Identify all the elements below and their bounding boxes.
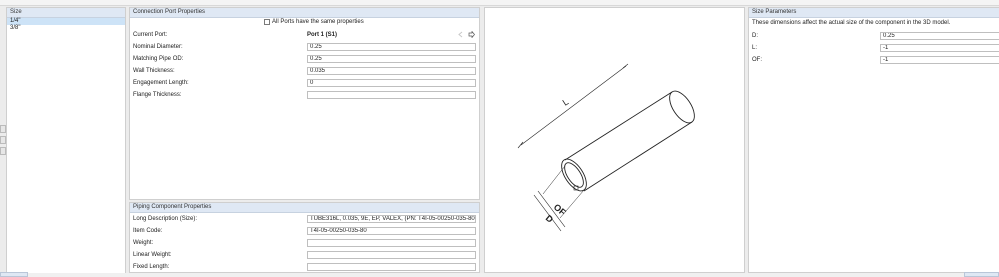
param-of-label: OF: bbox=[752, 57, 762, 63]
long-description-field[interactable]: TUBE316L, 0.035, 9E, EP, VALEX, (PN: T4I… bbox=[307, 215, 476, 223]
engagement-length-label: Engagement Length: bbox=[133, 80, 189, 86]
component-diagram: L OF D bbox=[484, 7, 745, 273]
engagement-length-field[interactable]: 0 bbox=[307, 79, 476, 87]
fixed-length-label: Fixed Length: bbox=[133, 264, 170, 270]
param-d-label: D: bbox=[752, 33, 758, 39]
linear-weight-field[interactable] bbox=[307, 251, 476, 259]
size-parameters-description: These dimensions affect the actual size … bbox=[752, 20, 951, 26]
previous-port-icon[interactable] bbox=[457, 31, 464, 38]
size-list-panel: Size 1/4" 3/8" bbox=[6, 7, 126, 275]
diameter-label: D bbox=[544, 213, 556, 225]
wall-thickness-field[interactable]: 0.035 bbox=[307, 67, 476, 75]
linear-weight-label: Linear Weight: bbox=[133, 252, 172, 258]
param-l-field[interactable]: -1 bbox=[880, 44, 999, 52]
piping-component-panel: Piping Component Properties Long Descrip… bbox=[129, 202, 480, 273]
param-d-field[interactable]: 0.25 bbox=[880, 32, 999, 40]
connection-port-panel: Connection Port Properties All Ports hav… bbox=[129, 7, 480, 200]
weight-label: Weight: bbox=[133, 240, 154, 246]
next-port-icon[interactable] bbox=[468, 31, 475, 38]
flange-thickness-label: Flange Thickness: bbox=[133, 92, 182, 98]
wall-thickness-label: Wall Thickness: bbox=[133, 68, 175, 74]
bottom-strip bbox=[0, 273, 999, 277]
size-parameters-panel: Size Parameters These dimensions affect … bbox=[748, 7, 999, 273]
length-label: L bbox=[561, 97, 571, 108]
all-ports-label: All Ports have the same properties bbox=[272, 19, 364, 25]
flange-thickness-field[interactable] bbox=[307, 91, 476, 99]
nominal-diameter-label: Nominal Diameter: bbox=[133, 44, 183, 50]
size-parameters-title: Size Parameters bbox=[749, 8, 999, 18]
matching-pipe-od-field[interactable]: 0.25 bbox=[307, 55, 476, 63]
item-code-label: Item Code: bbox=[133, 228, 163, 234]
size-item-1[interactable]: 1/4" bbox=[7, 18, 125, 25]
long-description-label: Long Description (Size): bbox=[133, 216, 198, 222]
param-l-label: L: bbox=[752, 45, 758, 51]
piping-component-title: Piping Component Properties bbox=[130, 203, 479, 213]
item-code-field[interactable]: T4I-05-00250-035-80 bbox=[307, 227, 476, 235]
add-size-button[interactable] bbox=[0, 125, 6, 133]
all-ports-checkbox[interactable] bbox=[264, 19, 270, 25]
delete-size-button[interactable] bbox=[0, 147, 6, 155]
size-item-2[interactable]: 3/8" bbox=[7, 25, 125, 32]
bottom-left-button[interactable] bbox=[0, 272, 28, 277]
fixed-length-field[interactable] bbox=[307, 263, 476, 271]
title-strip bbox=[0, 0, 999, 6]
param-of-field[interactable]: -1 bbox=[880, 56, 999, 64]
bottom-right-button[interactable] bbox=[964, 272, 999, 277]
connection-port-title: Connection Port Properties bbox=[130, 8, 479, 18]
size-list-header: Size bbox=[7, 8, 125, 18]
edit-size-button[interactable] bbox=[0, 136, 6, 144]
weight-field[interactable] bbox=[307, 239, 476, 247]
nominal-diameter-field[interactable]: 0.25 bbox=[307, 43, 476, 51]
current-port-value: Port 1 (S1) bbox=[307, 32, 338, 38]
matching-pipe-od-label: Matching Pipe OD: bbox=[133, 56, 184, 62]
tube-drawing: L OF D bbox=[517, 63, 695, 232]
current-port-label: Current Port: bbox=[133, 32, 168, 38]
